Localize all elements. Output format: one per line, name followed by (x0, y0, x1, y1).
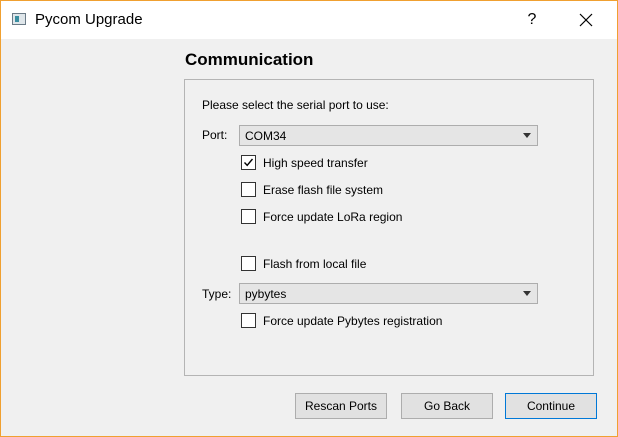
window-title: Pycom Upgrade (35, 11, 143, 28)
chevron-down-icon (523, 133, 531, 138)
type-select[interactable]: pybytes (239, 283, 538, 304)
port-label: Port: (202, 128, 228, 142)
flash-local-label: Flash from local file (263, 257, 367, 271)
chevron-down-icon (523, 291, 531, 296)
close-icon (579, 13, 593, 27)
dialog-window: Pycom Upgrade ? Communication Please sel… (0, 0, 618, 437)
page-title: Communication (185, 50, 314, 69)
port-select-value: COM34 (245, 129, 287, 143)
help-button[interactable]: ? (509, 1, 555, 39)
continue-button[interactable]: Continue (505, 393, 597, 419)
force-lora-checkbox[interactable] (241, 209, 256, 224)
instruction-text: Please select the serial port to use: (202, 98, 389, 112)
high-speed-label: High speed transfer (263, 156, 368, 170)
checkmark-icon (243, 158, 254, 167)
port-select[interactable]: COM34 (239, 125, 538, 146)
type-label: Type: (202, 287, 232, 301)
force-pybytes-label: Force update Pybytes registration (263, 314, 443, 328)
settings-group (184, 79, 594, 376)
high-speed-checkbox[interactable] (241, 155, 256, 170)
force-pybytes-checkbox[interactable] (241, 313, 256, 328)
title-bar: Pycom Upgrade ? (1, 1, 617, 39)
force-lora-label: Force update LoRa region (263, 210, 403, 224)
rescan-ports-button[interactable]: Rescan Ports (295, 393, 387, 419)
erase-flash-label: Erase flash file system (263, 183, 384, 197)
close-button[interactable] (563, 1, 609, 39)
erase-flash-checkbox[interactable] (241, 182, 256, 197)
app-icon (12, 13, 26, 25)
go-back-button[interactable]: Go Back (401, 393, 493, 419)
type-select-value: pybytes (245, 287, 287, 301)
flash-local-checkbox[interactable] (241, 256, 256, 271)
